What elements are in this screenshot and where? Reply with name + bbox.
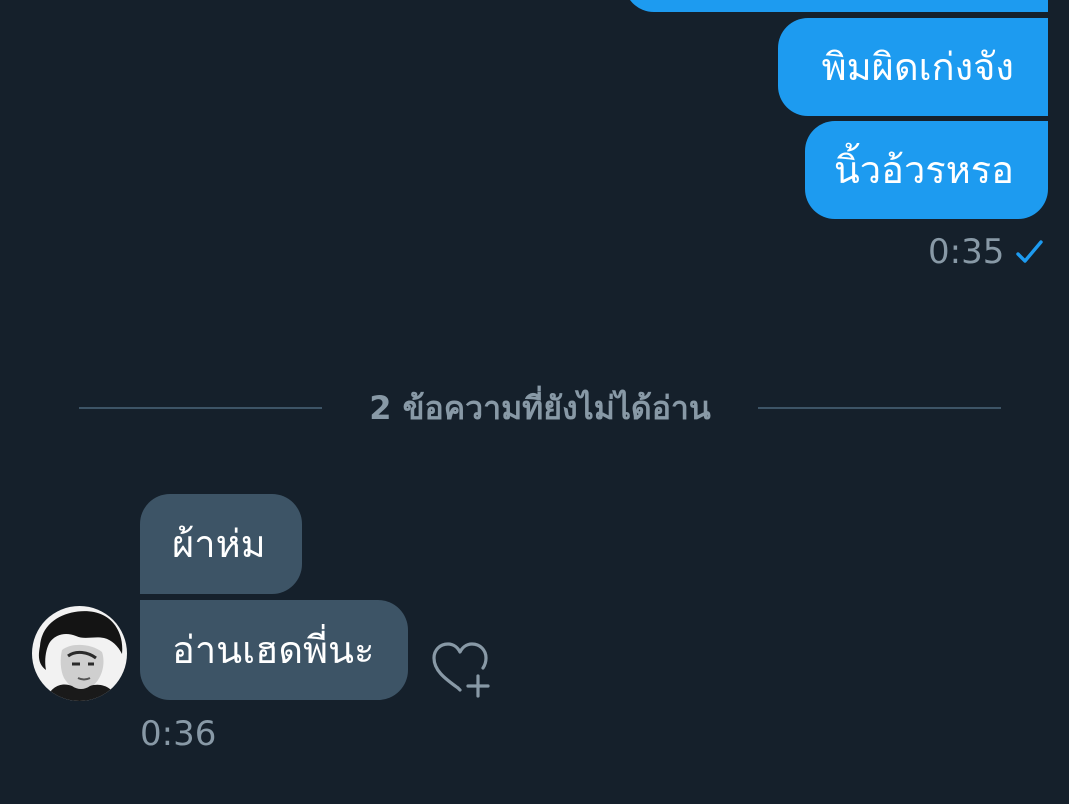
outgoing-message-bubble[interactable] — [624, 0, 1048, 12]
incoming-message-bubble[interactable]: อ่านเฮดพี่นะ — [140, 600, 408, 700]
outgoing-message-bubble[interactable]: พิมผิดเก่งจัง — [778, 18, 1048, 116]
check-icon — [1016, 240, 1043, 263]
outgoing-message-text: นิ้วอ้วรหรอ — [833, 148, 1014, 192]
unread-messages-divider: 2 ข้อความที่ยังไม่ได้อ่าน — [369, 389, 711, 427]
heart-add-icon[interactable] — [430, 640, 494, 700]
incoming-message-text: อ่านเฮดพี่นะ — [172, 628, 375, 672]
incoming-message-text: ผ้าห่ม — [172, 522, 266, 566]
outgoing-timestamp: 0:35 — [928, 232, 1005, 272]
sender-avatar[interactable] — [32, 606, 127, 701]
outgoing-message-text: พิมผิดเก่งจัง — [821, 45, 1014, 89]
incoming-message-bubble[interactable]: ผ้าห่ม — [140, 494, 302, 594]
outgoing-message-bubble[interactable]: นิ้วอ้วรหรอ — [805, 121, 1048, 219]
avatar-image — [32, 606, 127, 701]
incoming-timestamp: 0:36 — [140, 714, 217, 754]
divider-line-right — [758, 407, 1001, 409]
divider-line-left — [79, 407, 322, 409]
